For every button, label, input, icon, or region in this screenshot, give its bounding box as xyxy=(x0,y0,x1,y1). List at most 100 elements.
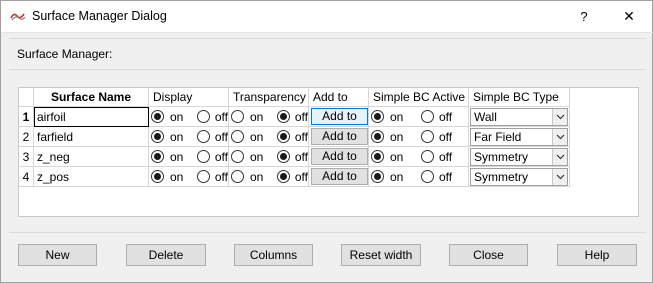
delete-button[interactable]: Delete xyxy=(126,244,206,266)
on-label: on xyxy=(250,149,264,164)
surface-name-cell[interactable]: farfield xyxy=(34,127,149,147)
bc-type-value: Far Field xyxy=(474,129,522,144)
on-label: on xyxy=(170,109,184,124)
chevron-down-icon xyxy=(556,134,565,139)
off-label: off xyxy=(294,169,308,184)
dropdown-button[interactable] xyxy=(552,168,567,185)
transparency-cell: on off xyxy=(229,127,309,147)
bc-active-off-radio[interactable] xyxy=(421,130,434,143)
row-number: 1 xyxy=(19,107,34,127)
question-mark-icon: ? xyxy=(580,9,588,24)
help-title-button[interactable]: ? xyxy=(561,1,607,32)
app-logo-icon xyxy=(10,13,26,21)
help-button[interactable]: Help xyxy=(557,244,637,266)
surface-name-cell[interactable]: z_pos xyxy=(34,167,149,187)
add-to-button[interactable]: Add to xyxy=(311,168,368,185)
bc-active-cell: on off xyxy=(369,107,469,127)
close-button[interactable]: Close xyxy=(449,244,528,266)
table-row: 1 airfoil on off on off Add to on off Wa… xyxy=(19,107,570,127)
display-on-radio[interactable] xyxy=(151,170,164,183)
row-number: 3 xyxy=(19,147,34,167)
header-transparency[interactable]: Transparency xyxy=(229,88,309,107)
row-number: 4 xyxy=(19,167,34,187)
bc-type-select[interactable]: Wall xyxy=(470,107,568,126)
new-button[interactable]: New xyxy=(18,244,97,266)
display-off-radio[interactable] xyxy=(196,110,210,123)
header-surface-name[interactable]: Surface Name xyxy=(34,88,149,107)
transparency-off-radio[interactable] xyxy=(276,170,290,183)
transparency-off-radio[interactable] xyxy=(276,110,290,123)
off-label: off xyxy=(214,109,228,124)
columns-button[interactable]: Columns xyxy=(234,244,313,266)
bc-type-select[interactable]: Symmetry xyxy=(470,167,568,186)
row-number: 2 xyxy=(19,127,34,147)
display-off-radio[interactable] xyxy=(196,130,210,143)
display-on-radio[interactable] xyxy=(151,150,164,163)
header-bc-type[interactable]: Simple BC Type xyxy=(469,88,570,107)
bc-active-on-radio[interactable] xyxy=(371,170,384,183)
bc-type-select[interactable]: Far Field xyxy=(470,127,568,146)
surface-table: Surface Name Display Transparency Add to… xyxy=(18,87,639,217)
bc-active-off-radio[interactable] xyxy=(421,170,434,183)
title-bar: Surface Manager Dialog ? ✕ xyxy=(1,1,652,32)
add-to-button[interactable]: Add to xyxy=(311,108,368,125)
close-title-button[interactable]: ✕ xyxy=(606,1,652,32)
display-off-radio[interactable] xyxy=(196,170,210,183)
off-label: off xyxy=(294,129,308,144)
bc-type-value: Symmetry xyxy=(474,149,528,164)
bc-active-cell: on off xyxy=(369,127,469,147)
dropdown-button[interactable] xyxy=(552,148,567,165)
off-label: off xyxy=(294,149,308,164)
chevron-down-icon xyxy=(556,114,565,119)
close-icon: ✕ xyxy=(623,8,635,24)
bc-active-on-radio[interactable] xyxy=(371,150,384,163)
bc-active-off-radio[interactable] xyxy=(421,150,434,163)
add-to-button[interactable]: Add to xyxy=(311,148,368,165)
on-label: on xyxy=(170,129,184,144)
add-to-button[interactable]: Add to xyxy=(311,128,368,145)
off-label: off xyxy=(439,149,453,164)
header-add-to[interactable]: Add to xyxy=(309,88,369,107)
on-label: on xyxy=(250,169,264,184)
table-header: Surface Name Display Transparency Add to… xyxy=(19,88,570,107)
transparency-on-radio[interactable] xyxy=(231,150,244,163)
reset-width-button[interactable]: Reset width xyxy=(341,244,421,266)
surface-name-cell[interactable]: airfoil xyxy=(34,107,149,127)
off-label: off xyxy=(214,169,228,184)
bc-type-select[interactable]: Symmetry xyxy=(470,147,568,166)
display-cell: on off xyxy=(149,147,229,167)
bc-type-value: Symmetry xyxy=(474,169,528,184)
transparency-off-radio[interactable] xyxy=(276,130,290,143)
on-label: on xyxy=(390,129,404,144)
bc-active-off-radio[interactable] xyxy=(421,110,434,123)
section-label: Surface Manager: xyxy=(17,47,113,61)
dropdown-button[interactable] xyxy=(552,128,567,145)
bc-active-on-radio[interactable] xyxy=(371,110,384,123)
off-label: off xyxy=(294,109,308,124)
header-bc-active[interactable]: Simple BC Active xyxy=(369,88,469,107)
bc-type-cell: Symmetry xyxy=(469,167,570,187)
display-on-radio[interactable] xyxy=(151,130,164,143)
on-label: on xyxy=(390,149,404,164)
surface-name-cell[interactable]: z_neg xyxy=(34,147,149,167)
on-label: on xyxy=(170,149,184,164)
off-label: off xyxy=(439,169,453,184)
title-separator xyxy=(2,32,653,33)
transparency-cell: on off xyxy=(229,167,309,187)
window-title: Surface Manager Dialog xyxy=(32,9,167,23)
bc-type-cell: Far Field xyxy=(469,127,570,147)
transparency-on-radio[interactable] xyxy=(231,130,244,143)
transparency-on-radio[interactable] xyxy=(231,170,244,183)
bc-active-on-radio[interactable] xyxy=(371,130,384,143)
table-row: 3 z_neg on off on off Add to on off Symm… xyxy=(19,147,570,167)
transparency-off-radio[interactable] xyxy=(276,150,290,163)
header-display[interactable]: Display xyxy=(149,88,229,107)
off-label: off xyxy=(214,149,228,164)
off-label: off xyxy=(214,129,228,144)
display-off-radio[interactable] xyxy=(196,150,210,163)
transparency-on-radio[interactable] xyxy=(231,110,244,123)
add-to-cell: Add to xyxy=(309,107,369,127)
dropdown-button[interactable] xyxy=(552,108,567,125)
display-on-radio[interactable] xyxy=(151,110,164,123)
add-to-cell: Add to xyxy=(309,167,369,187)
